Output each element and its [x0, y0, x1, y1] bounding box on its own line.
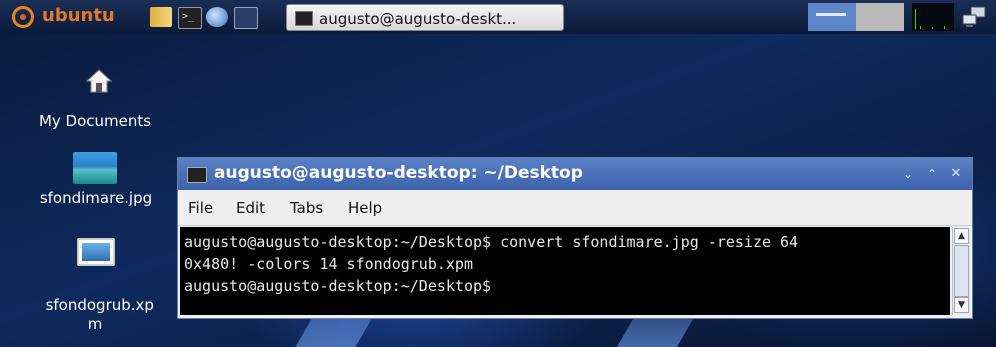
top-panel: ubuntu >_ augusto@augusto-deskt... — [0, 0, 996, 34]
menu-label: Tabs — [290, 199, 324, 217]
terminal-line: 0x480! -colors 14 sfondogrub.xpm — [184, 255, 473, 273]
workspace-2[interactable] — [856, 3, 904, 31]
desktop-icon-label: sfondimare.jpg — [39, 189, 153, 207]
desktop-icon-sfondimare[interactable]: sfondimare.jpg — [22, 189, 170, 208]
window-title: augusto@augusto-desktop: ~/Desktop — [214, 163, 583, 183]
terminal-icon — [187, 167, 207, 183]
scrollbar-thumb[interactable] — [954, 245, 969, 297]
desktop-icon-sfondogrub[interactable]: sfondogrub.xp m — [22, 277, 168, 334]
file-manager-launcher-icon[interactable] — [150, 7, 172, 27]
image-file-icon[interactable] — [73, 152, 117, 184]
menu-edit[interactable]: Edit — [236, 199, 265, 217]
terminal-icon — [295, 11, 313, 26]
terminal-window: augusto@augusto-desktop: ~/Desktop ⌄ ⌃ ✕… — [177, 157, 973, 319]
taskbar-button-terminal[interactable]: augusto@augusto-deskt... — [286, 4, 564, 31]
home-folder-icon[interactable] — [86, 68, 112, 94]
terminal-scrollbar[interactable]: ▲ ▼ — [952, 227, 970, 315]
menu-help[interactable]: Help — [348, 199, 382, 217]
window-titlebar[interactable]: augusto@augusto-desktop: ~/Desktop ⌄ ⌃ ✕ — [178, 158, 972, 190]
desktop-icon-label: My Documents — [38, 112, 152, 130]
maximize-button[interactable]: ⌃ — [924, 166, 940, 182]
web-browser-launcher-icon[interactable] — [206, 7, 228, 27]
show-desktop-icon[interactable] — [234, 7, 258, 29]
menu-bar: File Edit Tabs Help — [178, 190, 972, 226]
image-file-icon[interactable] — [77, 238, 115, 266]
desktop-icon-label: sfondogrub.xp m — [45, 296, 154, 333]
terminal-line: augusto@augusto-desktop:~/Desktop$ conve… — [184, 233, 799, 251]
menu-label: Help — [348, 199, 383, 217]
ubuntu-logo-icon[interactable] — [12, 6, 34, 28]
scroll-down-icon[interactable]: ▼ — [954, 297, 969, 313]
menu-label: File — [188, 199, 214, 217]
workspace-1[interactable] — [808, 3, 856, 31]
menu-tabs[interactable]: Tabs — [290, 199, 323, 217]
scroll-up-icon[interactable]: ▲ — [954, 228, 969, 244]
applications-menu[interactable]: ubuntu — [42, 5, 115, 26]
desktop-icon-my-documents[interactable]: My Documents — [20, 112, 170, 131]
close-button[interactable]: ✕ — [948, 166, 964, 182]
menu-file[interactable]: File — [188, 199, 213, 217]
menu-label: Edit — [236, 199, 266, 217]
terminal-line: augusto@augusto-desktop:~/Desktop$ — [184, 277, 492, 295]
terminal-launcher-icon[interactable]: >_ — [178, 7, 202, 29]
system-monitor[interactable] — [912, 3, 954, 31]
taskbar-button-label: augusto@augusto-deskt... — [319, 10, 517, 28]
terminal-output[interactable]: augusto@augusto-desktop:~/Desktop$ conve… — [180, 227, 950, 315]
network-icon[interactable] — [962, 6, 986, 28]
minimize-button[interactable]: ⌄ — [900, 166, 916, 182]
